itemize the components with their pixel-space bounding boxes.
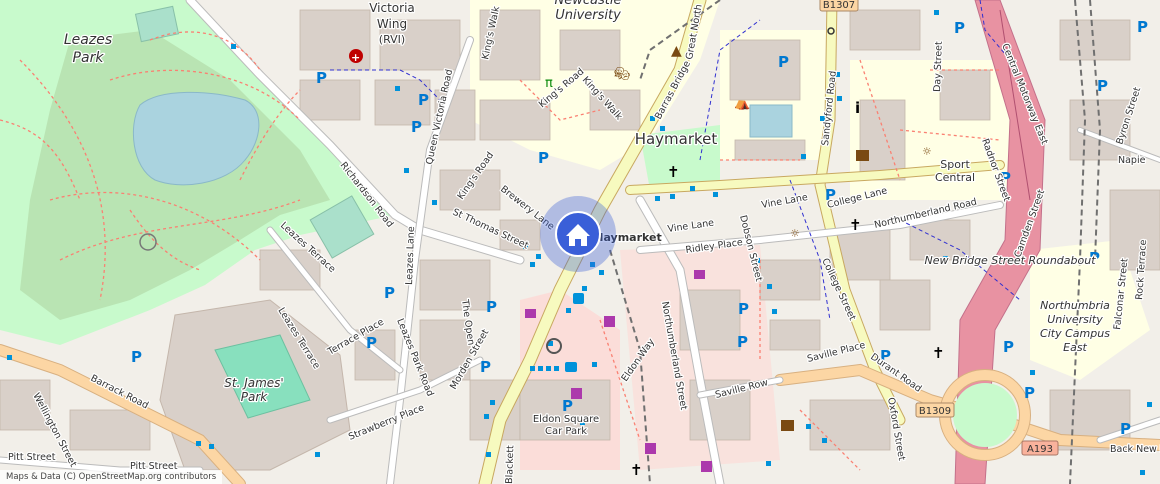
bus-station-icon <box>573 293 584 304</box>
parking-icon: P <box>384 284 395 302</box>
label-northumbria-2: University <box>1047 313 1103 326</box>
street-pitt-street: Pitt Street <box>8 452 56 463</box>
parking-icon: P <box>1137 18 1148 36</box>
parking-icon: P <box>1003 338 1014 356</box>
map-view[interactable]: P P P P P P P P P P P P P P P P P P P P … <box>0 0 1160 484</box>
label-roundabout: New Bridge Street Roundabout <box>924 254 1096 267</box>
shield-a193-text: A193 <box>1027 444 1053 455</box>
parking-icon: P <box>418 91 429 109</box>
shop-icon-4 <box>701 461 712 472</box>
parking-icon: P <box>1120 420 1131 438</box>
parking-icon: P <box>486 298 497 316</box>
church-icon-3: ✝ <box>932 344 945 362</box>
parking-icon: P <box>131 348 142 366</box>
label-sport: Sport <box>940 158 970 171</box>
label-newcastle: Newcastle <box>555 0 622 8</box>
shield-b1307-text: B1307 <box>823 0 855 11</box>
monument-icon: ▲ <box>671 43 682 59</box>
label-leazes: Leazes <box>64 32 112 48</box>
label-northumbria-4: East <box>1063 341 1087 354</box>
parking-icon: P <box>954 19 965 37</box>
parking-icon: P <box>778 53 789 71</box>
parking-icon: P <box>480 358 491 376</box>
label-university: University <box>555 8 621 23</box>
library-icon-2 <box>781 420 794 431</box>
theatre-icon-2: ☼ <box>790 227 800 240</box>
church-icon-4: ✝ <box>630 461 643 479</box>
location-marker[interactable] <box>540 196 616 272</box>
street-leazes-lane: Leazes Lane <box>404 226 417 285</box>
label-northumbria: Northumbria <box>1040 299 1110 312</box>
church-icon: ✝ <box>667 163 680 181</box>
street-day-street: Day Street <box>932 41 945 92</box>
label-haymarket-area: Haymarket <box>635 130 718 148</box>
label-park: Park <box>73 50 105 66</box>
label-northumbria-3: City Campus <box>1040 327 1110 340</box>
roundabout-center <box>953 383 1017 447</box>
parking-icon: P <box>738 300 749 318</box>
shop-icon-3 <box>645 443 656 454</box>
parking-icon: P <box>538 149 549 167</box>
street-back-new: Back New B <box>1110 444 1160 455</box>
label-victoria: Victoria <box>369 1 415 15</box>
shop-icon-6 <box>525 309 536 318</box>
parking-icon: P <box>562 397 573 415</box>
parking-icon: P <box>1024 384 1035 402</box>
pond <box>749 104 793 138</box>
map-attribution: Maps & Data (C) OpenStreetMap.org contri… <box>0 470 223 484</box>
info-icon: i <box>855 99 860 117</box>
shop-icon-5 <box>694 270 705 279</box>
theatre-icon-3: ☼ <box>922 145 932 158</box>
label-eldon-square: Eldon Square <box>533 414 599 425</box>
parking-icon: P <box>411 118 422 136</box>
shop-icon-2 <box>571 388 582 399</box>
parking-icon: P <box>737 333 748 351</box>
label-wing: Wing <box>377 17 407 31</box>
label-rvi: (RVI) <box>379 33 405 46</box>
street-napier: Napie <box>1118 155 1146 166</box>
shield-b1309-text: B1309 <box>919 406 951 417</box>
bus-station-icon-2 <box>565 362 577 372</box>
label-st-james-park: Park <box>241 390 269 404</box>
label-st-james: St. James' <box>224 376 283 390</box>
shop-icon <box>604 316 615 327</box>
street-blackett: Blackett <box>504 445 516 484</box>
svg-text:☼: ☼ <box>614 68 624 81</box>
museum-icon: ⛺ <box>734 96 750 111</box>
map-canvas: P P P P P P P P P P P P P P P P P P P P … <box>0 0 1160 484</box>
parking-icon: P <box>1097 77 1108 95</box>
label-central: Central <box>935 171 975 184</box>
svg-text:+: + <box>351 51 360 64</box>
church-icon-2: ✝ <box>849 216 862 234</box>
parking-icon: P <box>316 69 327 87</box>
library-icon <box>856 150 869 161</box>
label-car-park: Car Park <box>545 426 587 437</box>
